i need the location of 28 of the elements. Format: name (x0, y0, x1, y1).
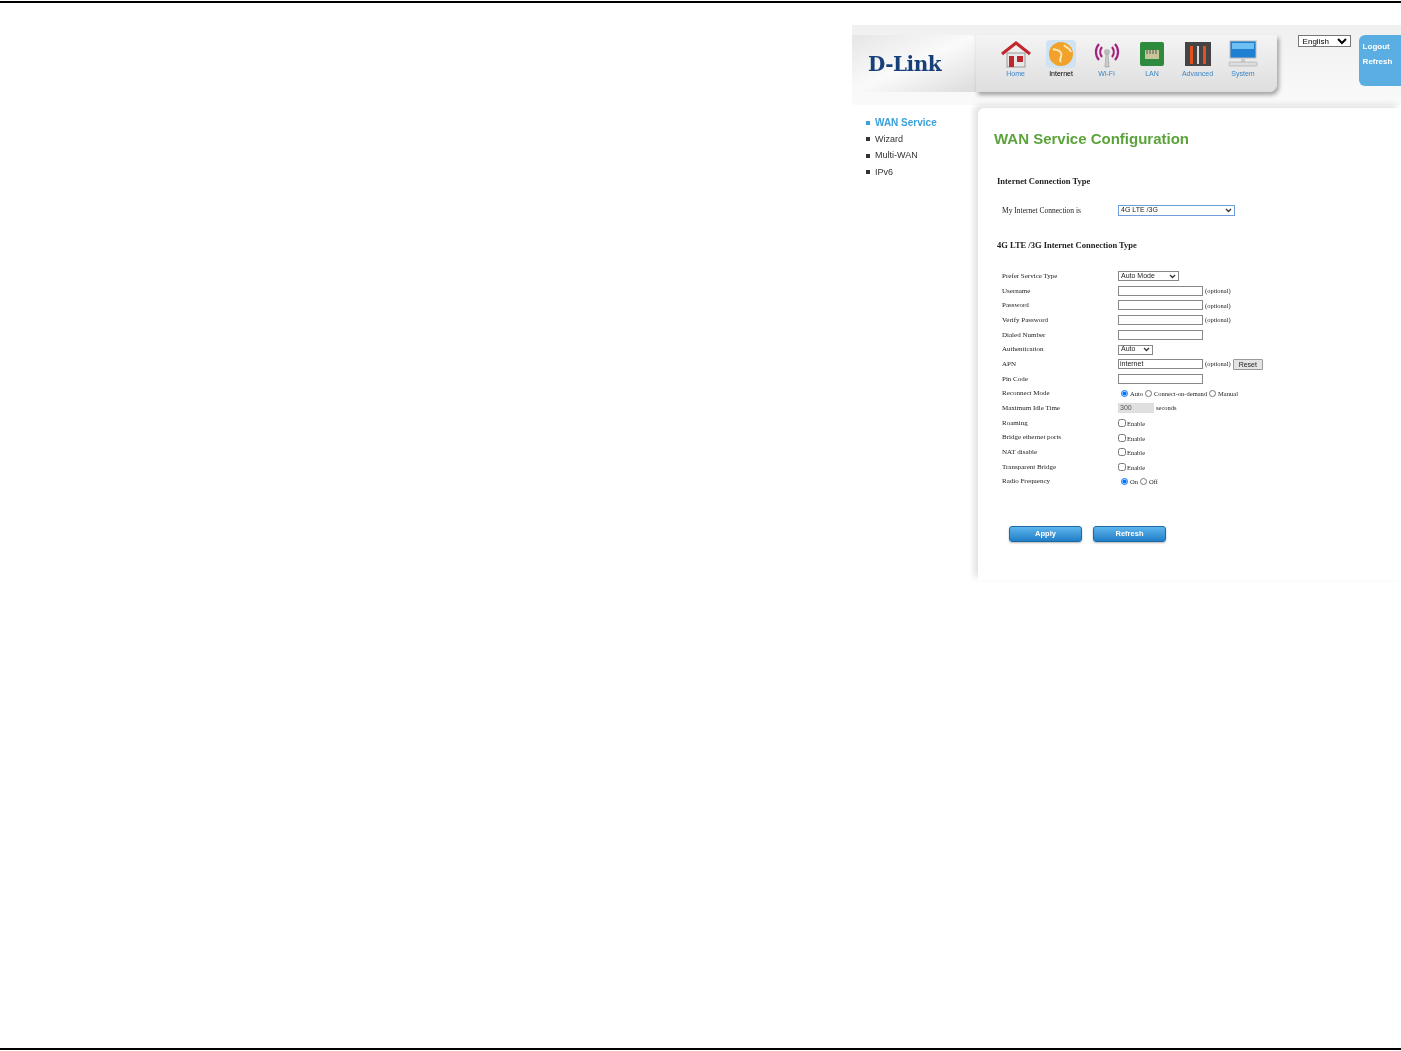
sidebar-item[interactable]: Wizard (866, 132, 978, 146)
radio-button[interactable] (1121, 390, 1128, 398)
dropdown-caret-icon (1169, 273, 1176, 279)
radio-button[interactable] (1209, 390, 1217, 398)
radio-button[interactable] (1139, 478, 1147, 486)
text-field[interactable] (1118, 329, 1203, 340)
section-heading: Internet Connection Type (997, 175, 1092, 188)
d-link-logo: D-Link (868, 50, 942, 78)
radio-button[interactable] (1145, 390, 1152, 398)
section-heading: 4G LTE /3G Internet Connection Type (997, 239, 1138, 252)
page-title: WAN Service Configuration (994, 129, 1191, 148)
checkbox[interactable] (1118, 433, 1126, 442)
dropdown-caret-icon (1225, 207, 1232, 213)
sidebar-item[interactable]: IPv6 (866, 165, 978, 179)
globe-icon (1044, 40, 1079, 68)
text-field[interactable] (1118, 285, 1203, 296)
monitor-icon (1226, 40, 1261, 68)
sidebar-item[interactable]: Multi-WAN (866, 149, 978, 163)
radio-button[interactable] (1121, 478, 1128, 486)
dropdown-caret-icon (1143, 347, 1150, 353)
checkbox[interactable] (1118, 418, 1126, 427)
house-icon (998, 40, 1033, 68)
text-field[interactable] (1118, 315, 1203, 326)
checkbox[interactable] (1118, 448, 1126, 457)
checkbox[interactable] (1118, 463, 1126, 472)
text-field[interactable] (1118, 373, 1203, 384)
language-select[interactable]: English (1297, 35, 1351, 47)
text-field[interactable] (1118, 300, 1203, 311)
